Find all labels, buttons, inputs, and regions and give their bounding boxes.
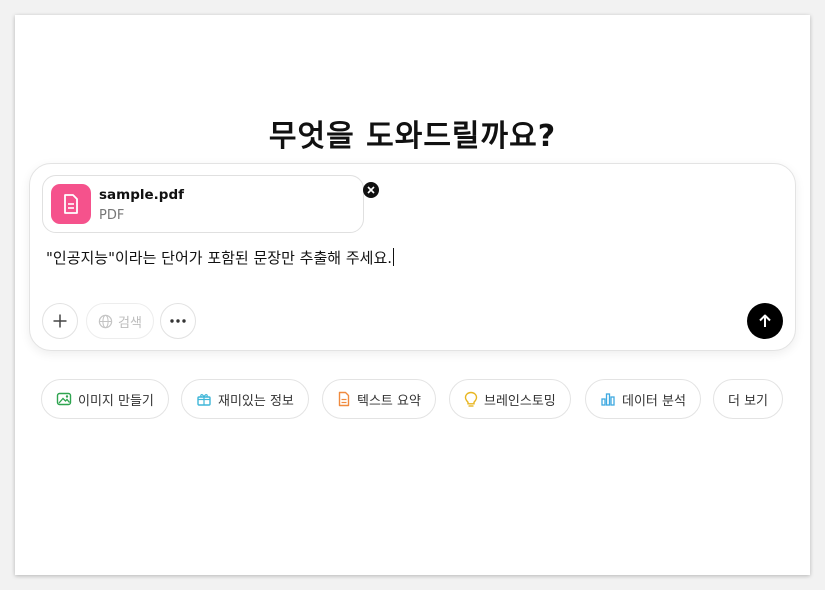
suggestion-more[interactable]: 더 보기 — [713, 379, 784, 419]
suggestion-fun-fact[interactable]: 재미있는 정보 — [181, 379, 309, 419]
globe-icon — [98, 314, 113, 328]
page-title: 무엇을 도와드릴까요? — [268, 119, 557, 154]
search-button[interactable]: 검색 — [86, 303, 154, 339]
prompt-text: "인공지능"이라는 단어가 포함된 문장만 추출해 주세요. — [46, 249, 393, 267]
bar-chart-icon — [601, 393, 615, 406]
suggestion-image[interactable]: 이미지 만들기 — [41, 379, 169, 419]
suggestion-label: 데이터 분석 — [622, 393, 686, 409]
prompt-input[interactable]: "인공지능"이라는 단어가 포함된 문장만 추출해 주세요. — [46, 247, 395, 268]
suggestion-brainstorm[interactable]: 브레인스토밍 — [449, 379, 571, 419]
attachment-file-name: sample.pdf — [99, 187, 184, 203]
gift-icon — [197, 394, 211, 406]
lightbulb-icon — [464, 391, 478, 407]
main-card: 무엇을 도와드릴까요? sample.pdf PDF "인공지능"이라는 단어가… — [15, 15, 810, 575]
attachment-file-type: PDF — [99, 208, 125, 223]
plus-icon — [53, 314, 67, 328]
add-button[interactable] — [42, 303, 78, 339]
text-caret — [393, 248, 395, 266]
more-icon — [170, 319, 186, 323]
image-icon — [56, 392, 72, 406]
arrow-up-icon — [759, 314, 771, 327]
more-options-button[interactable] — [160, 303, 196, 339]
suggestion-label: 더 보기 — [728, 393, 769, 409]
search-label: 검색 — [118, 315, 142, 331]
suggestion-label: 재미있는 정보 — [218, 393, 294, 409]
suggestion-data-analysis[interactable]: 데이터 분석 — [585, 379, 701, 419]
close-icon[interactable] — [363, 182, 379, 198]
message-composer: sample.pdf PDF "인공지능"이라는 단어가 포함된 문장만 추출해… — [29, 163, 796, 351]
document-icon — [51, 184, 91, 224]
suggestion-label: 이미지 만들기 — [78, 393, 154, 409]
suggestion-summarize[interactable]: 텍스트 요약 — [322, 379, 436, 419]
attachment-card[interactable]: sample.pdf PDF — [42, 175, 379, 233]
suggestion-label: 텍스트 요약 — [357, 393, 421, 409]
document-icon — [338, 391, 350, 407]
send-button[interactable] — [747, 303, 783, 339]
suggestion-label: 브레인스토밍 — [484, 393, 556, 409]
